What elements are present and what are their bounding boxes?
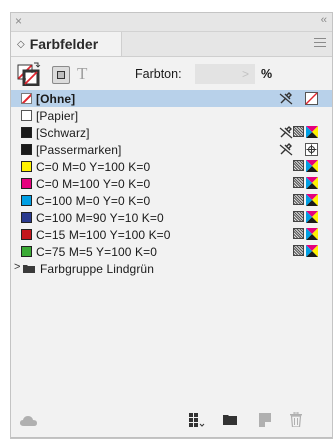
swatch-view-icon[interactable] [189,413,205,427]
process-color-icon [293,160,304,171]
no-edit-icon [279,143,293,156]
percent-label: % [261,67,273,81]
tab-farbfelder[interactable]: ◇ Farbfelder [11,32,122,56]
swatch-chip [21,178,32,189]
cmyk-icon [306,126,318,138]
swatch-label: C=0 M=0 Y=100 K=0 [36,160,151,174]
swatch-label: [Papier] [36,109,79,123]
process-color-icon [293,177,304,188]
swatch-chip-paper [21,110,32,121]
trash-icon[interactable] [290,412,302,427]
folder-icon [23,265,35,273]
swatch-label: C=75 M=5 Y=100 K=0 [36,245,158,259]
swatch-row-magenta[interactable]: C=0 M=100 Y=0 K=0 [11,175,332,192]
swatch-label: [Schwarz] [36,126,90,140]
farbton-arrow-icon[interactable]: > [242,67,249,81]
farbton-input[interactable]: > [195,64,255,84]
cmyk-icon [306,228,318,240]
tab-label: Farbfelder [29,36,99,52]
process-color-icon [293,245,304,256]
new-swatch-icon[interactable] [259,413,271,427]
cmyk-icon [306,194,318,206]
color-group-label: Farbgruppe Lindgrün [40,262,154,276]
swatch-chip [21,144,32,155]
swatch-row-cyan[interactable]: C=100 M=0 Y=0 K=0 [11,192,332,209]
tab-row: ◇ Farbfelder [11,32,332,57]
color-group-row[interactable]: > Farbgruppe Lindgrün [11,260,332,277]
swatch-chip [21,246,32,257]
swatches-panel: × ‹‹ ◇ Farbfelder T Farbton: > % [Ohne] … [10,12,333,439]
swatch-label: C=15 M=100 Y=100 K=0 [36,228,171,242]
tab-arrows-icon: ◇ [17,38,25,50]
swatch-chip-none [21,93,32,104]
swatch-label: [Passermarken] [36,143,122,157]
swatch-label: [Ohne] [36,92,76,106]
swatch-label: C=0 M=100 Y=0 K=0 [36,177,151,191]
swatch-label: C=100 M=0 Y=0 K=0 [36,194,151,208]
no-edit-icon [279,92,293,105]
farbton-label: Farbton: [135,67,182,81]
panel-bottom-bar [11,404,332,438]
swatch-row-schwarz[interactable]: [Schwarz] [11,124,332,141]
close-icon[interactable]: × [15,14,22,28]
swatch-chip [21,212,32,223]
fill-stroke-icon[interactable] [17,62,41,86]
process-color-icon [293,194,304,205]
swatch-chip [21,195,32,206]
collapse-icon[interactable]: ‹‹ [321,14,327,26]
cmyk-icon [306,160,318,172]
cloud-library-icon[interactable] [19,414,39,428]
process-color-icon [293,126,304,137]
chevron-right-icon[interactable]: > [14,261,20,273]
swatch-row-yellow[interactable]: C=0 M=0 Y=100 K=0 [11,158,332,175]
swatch-chip [21,127,32,138]
process-color-icon [293,211,304,222]
footer-divider [11,437,332,438]
process-color-icon [293,228,304,239]
swatch-list: [Ohne] [Papier] [Schwarz] [Passermarken]… [11,90,332,277]
no-edit-icon [279,126,293,139]
cmyk-icon [306,177,318,189]
new-color-group-icon[interactable] [223,414,237,425]
swatch-toolbar: T Farbton: > % [11,57,332,92]
swatch-row-red[interactable]: C=15 M=100 Y=100 K=0 [11,226,332,243]
cmyk-icon [306,245,318,257]
swatch-row-green[interactable]: C=75 M=5 Y=100 K=0 [11,243,332,260]
no-color-icon [305,92,318,105]
swatch-row-blue[interactable]: C=100 M=90 Y=10 K=0 [11,209,332,226]
text-format-button[interactable]: T [77,64,87,84]
swatch-row-passermarken[interactable]: [Passermarken] [11,141,332,158]
cmyk-icon [306,211,318,223]
swatch-chip [21,229,32,240]
container-toggle-button[interactable] [52,66,70,84]
swatch-row-papier[interactable]: [Papier] [11,107,332,124]
swatch-label: C=100 M=90 Y=10 K=0 [36,211,164,225]
swatch-row-ohne[interactable]: [Ohne] [11,90,332,107]
registration-icon [305,143,318,156]
panel-titlebar: × ‹‹ [11,13,332,32]
panel-menu-icon[interactable] [314,38,326,48]
swatch-chip [21,161,32,172]
